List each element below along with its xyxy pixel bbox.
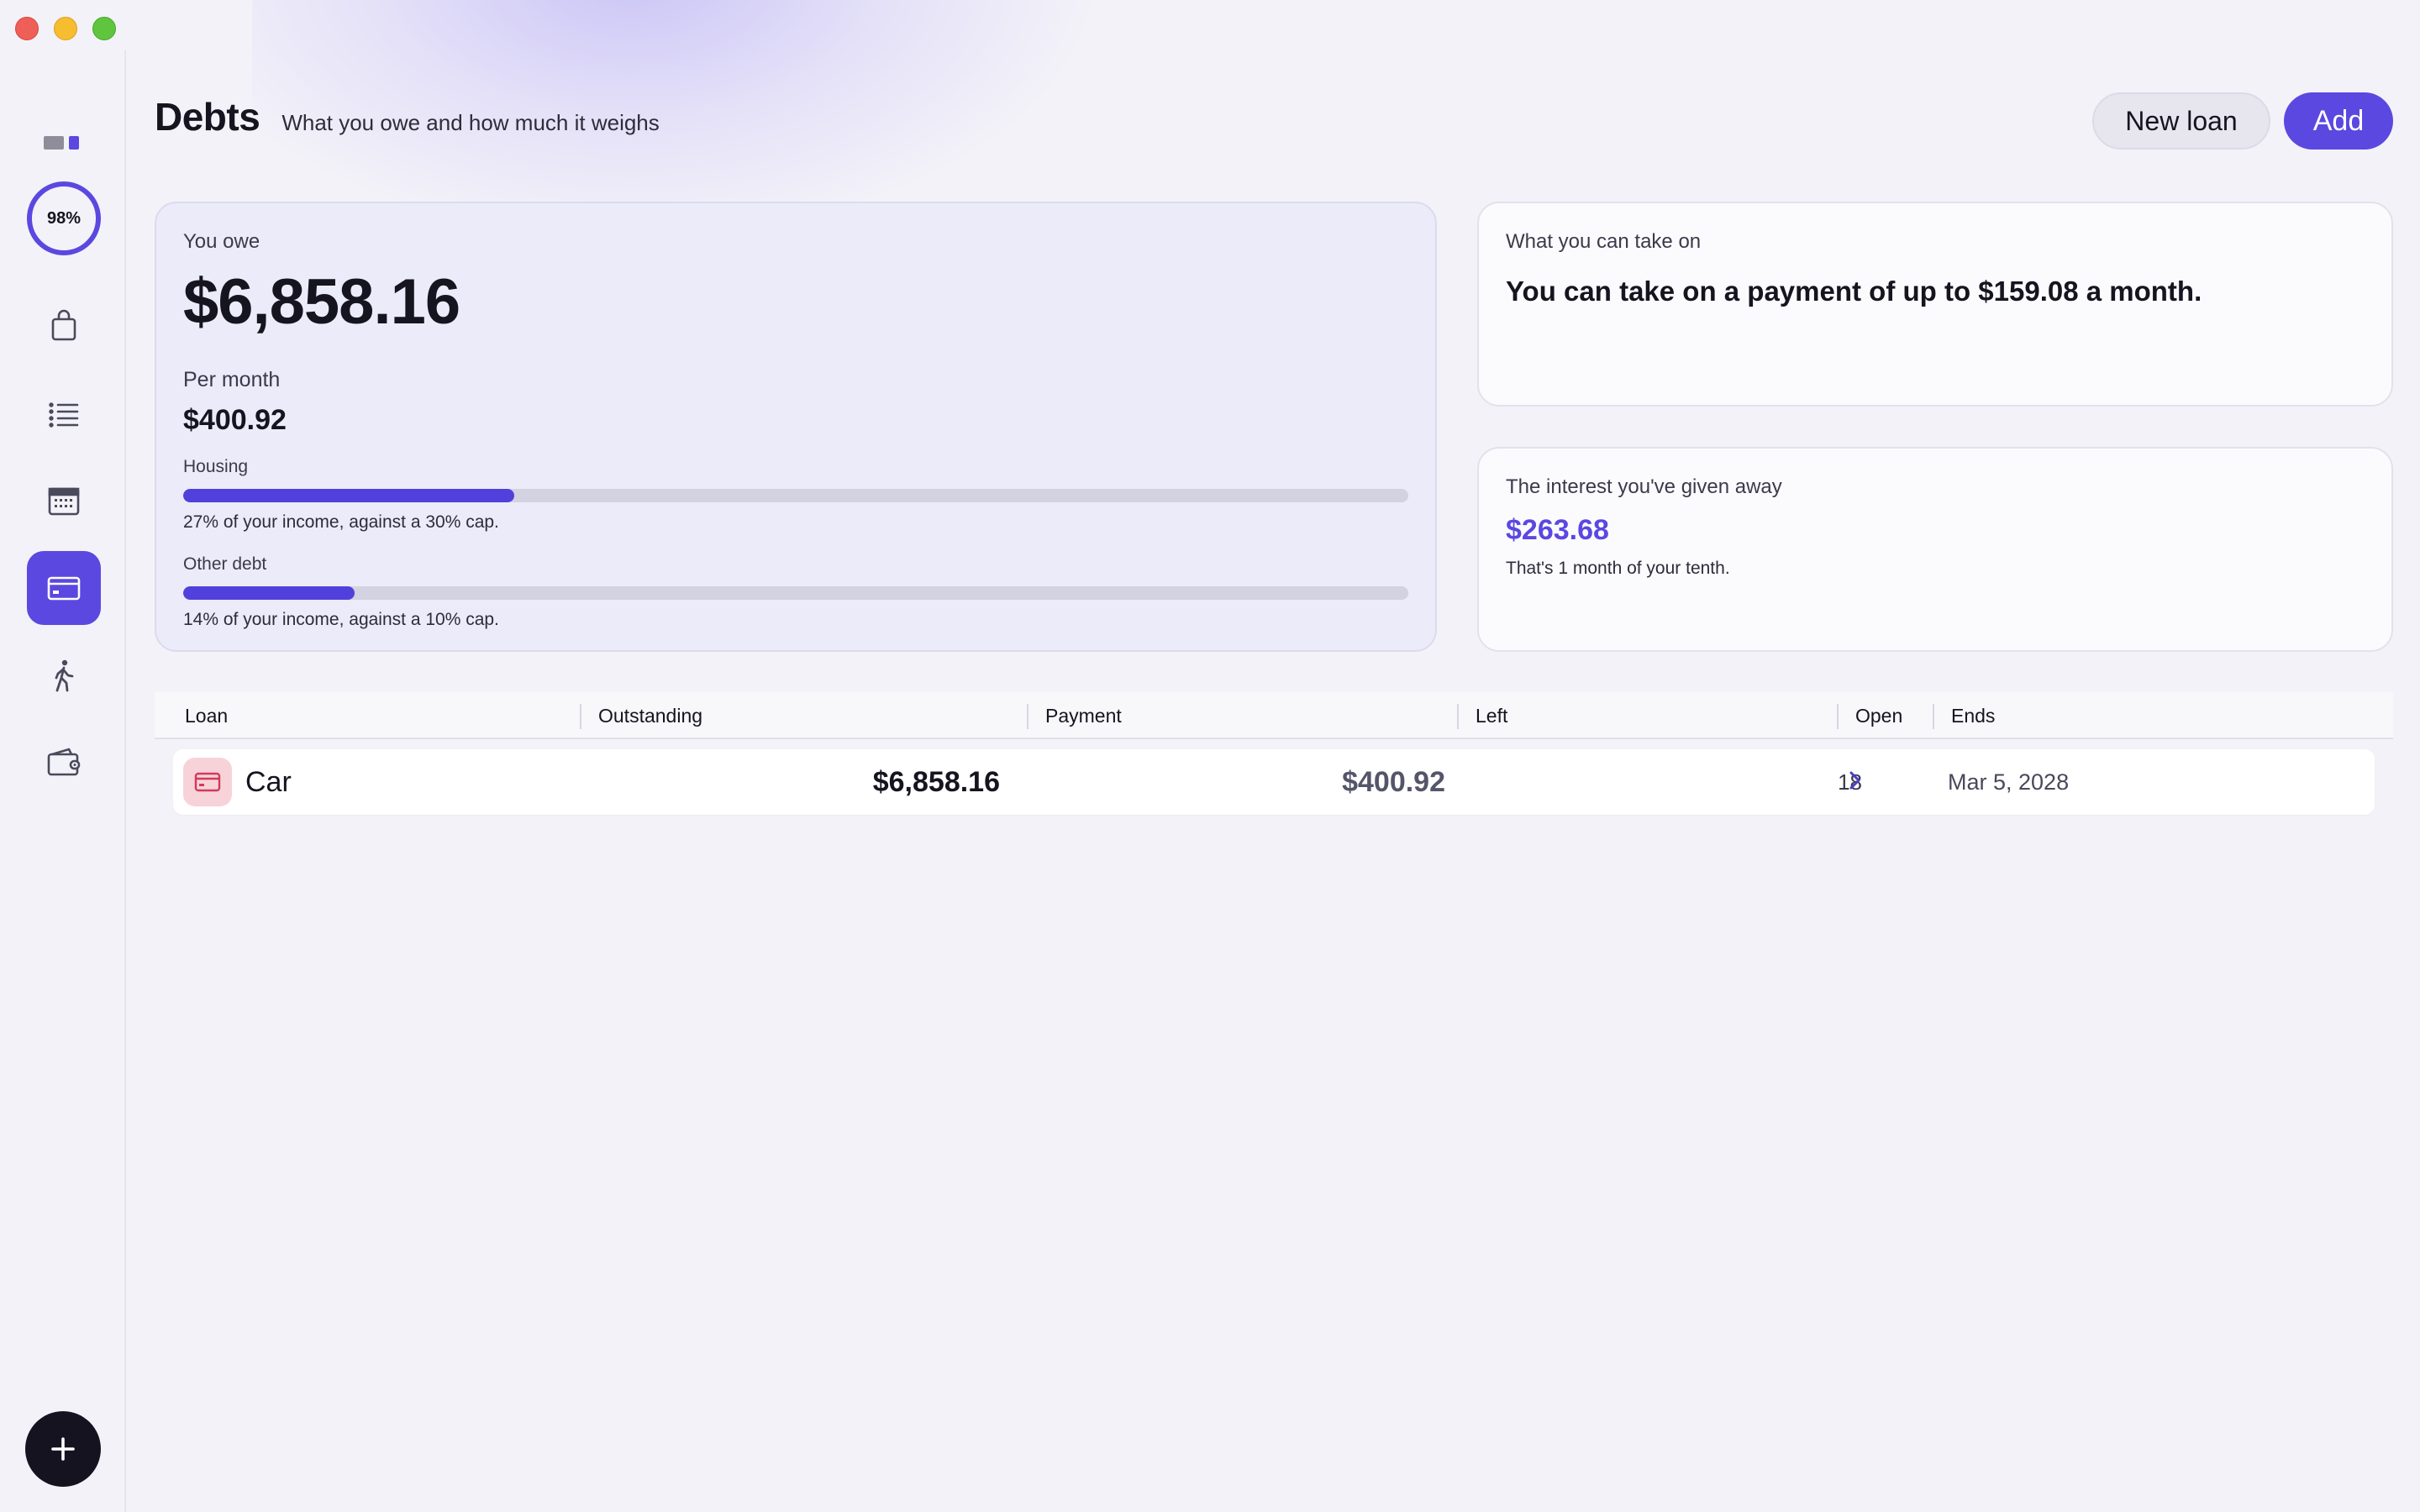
- sidebar-item-debts[interactable]: [27, 551, 101, 625]
- calendar-icon: [48, 487, 80, 516]
- card-icon: [194, 772, 221, 792]
- column-header-loan[interactable]: Loan: [185, 705, 228, 727]
- loan-ends: Mar 5, 2028: [1948, 769, 2070, 795]
- sidebar-item-list[interactable]: [27, 376, 101, 450]
- progress-ring[interactable]: 98%: [27, 181, 101, 255]
- other-debt-label: Other debt: [183, 554, 267, 574]
- interest-note: That's 1 month of your tenth.: [1506, 559, 1730, 578]
- take-on-card: What you can take on You can take on a p…: [1477, 202, 2393, 407]
- table-row[interactable]: Car $6,858.16 $400.92 18 Mar 5, 2028: [173, 749, 2375, 815]
- column-header-open[interactable]: Open: [1855, 705, 1902, 727]
- take-on-label: What you can take on: [1506, 230, 1702, 253]
- minimize-window-button[interactable]: [54, 17, 77, 40]
- column-header-ends[interactable]: Ends: [1951, 705, 1995, 727]
- page-subtitle: What you owe and how much it weighs: [281, 110, 660, 135]
- take-on-text: You can take on a payment of up to $159.…: [1506, 276, 2202, 307]
- page-header: Debts What you owe and how much it weigh…: [155, 94, 660, 139]
- column-divider[interactable]: [1837, 704, 1839, 729]
- window-controls: [15, 17, 116, 40]
- sidebar-item-walking[interactable]: [27, 638, 101, 712]
- housing-bar-fill: [183, 489, 514, 502]
- sidebar-item-calendar[interactable]: [27, 464, 101, 538]
- per-month-label: Per month: [183, 367, 281, 391]
- column-header-outstanding[interactable]: Outstanding: [598, 705, 702, 727]
- other-debt-note: 14% of your income, against a 10% cap.: [183, 610, 499, 629]
- interest-card: The interest you've given away $263.68 T…: [1477, 447, 2393, 652]
- per-month-value: $400.92: [183, 403, 287, 436]
- column-divider[interactable]: [1027, 704, 1028, 729]
- column-divider[interactable]: [1933, 704, 1934, 729]
- progress-label: 98%: [46, 208, 82, 228]
- you-owe-label: You owe: [183, 230, 260, 253]
- add-plus-button[interactable]: [25, 1411, 101, 1487]
- other-debt-bar-fill: [183, 586, 355, 600]
- table-header: Loan Outstanding Payment Left Open Ends: [155, 692, 2393, 739]
- page-title: Debts: [155, 95, 260, 139]
- interest-value: $263.68: [1506, 514, 1609, 546]
- housing-note: 27% of your income, against a 30% cap.: [183, 512, 499, 532]
- wallet-icon: [47, 748, 81, 776]
- column-header-payment[interactable]: Payment: [1045, 705, 1122, 727]
- card-icon: [47, 576, 81, 601]
- interest-label: The interest you've given away: [1506, 475, 1782, 498]
- you-owe-amount: $6,858.16: [183, 266, 460, 338]
- loan-payment: $400.92: [1342, 766, 1445, 798]
- sidebar: 98%: [0, 50, 126, 1512]
- open-loan-button[interactable]: [1842, 768, 1867, 801]
- plus-icon: [51, 1437, 75, 1461]
- loan-name: Car: [245, 766, 292, 798]
- sidebar-toggle-icon[interactable]: [44, 136, 79, 150]
- new-loan-button[interactable]: New loan: [2092, 92, 2270, 150]
- close-window-button[interactable]: [15, 17, 39, 40]
- bag-icon: [51, 309, 76, 341]
- add-button[interactable]: Add: [2284, 92, 2393, 150]
- column-divider[interactable]: [1457, 704, 1459, 729]
- other-debt-bar-track: [183, 586, 1408, 600]
- walking-icon: [55, 659, 74, 692]
- column-divider[interactable]: [580, 704, 581, 729]
- housing-bar-track: [183, 489, 1408, 502]
- housing-bar-block: Housing 27% of your income, against a 30…: [183, 457, 1408, 533]
- housing-label: Housing: [183, 457, 249, 476]
- chevron-right-icon: [1849, 771, 1860, 790]
- car-loan-icon: [183, 758, 232, 806]
- list-icon: [49, 402, 79, 428]
- loan-outstanding: $6,858.16: [872, 766, 1000, 798]
- sidebar-item-bag[interactable]: [27, 289, 101, 363]
- other-debt-bar-block: Other debt 14% of your income, against a…: [183, 554, 1408, 630]
- loans-table: Loan Outstanding Payment Left Open Ends …: [155, 692, 2393, 815]
- maximize-window-button[interactable]: [92, 17, 116, 40]
- you-owe-card: You owe $6,858.16 Per month $400.92 Hous…: [155, 202, 1437, 652]
- sidebar-item-wallet[interactable]: [27, 726, 101, 800]
- column-header-left[interactable]: Left: [1476, 705, 1507, 727]
